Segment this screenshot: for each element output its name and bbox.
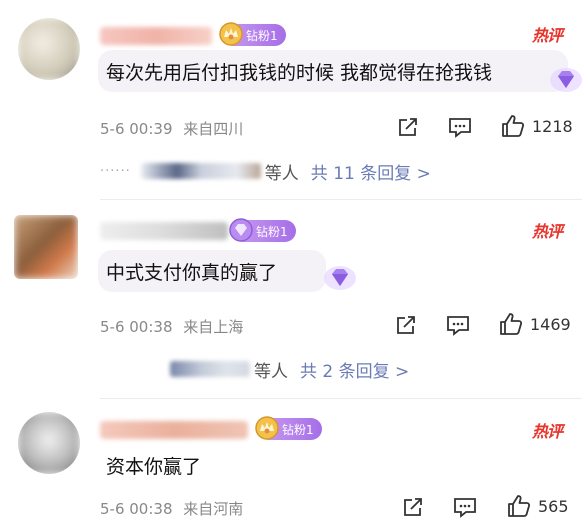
like-button[interactable]: 565 [506,493,569,519]
fan-badge: 钻粉1 [255,416,322,440]
reply-count[interactable]: 共 2 条回复 > [300,357,409,382]
reply-users-blurred [140,163,261,179]
comment-item: 钻粉1 热评 资本你赢了 5-6 00:38 来自河南 565 [0,400,582,530]
comment-icon [447,316,469,336]
comment-text: 资本你赢了 [106,455,202,478]
share-button[interactable] [397,116,419,138]
username-blurred[interactable] [100,27,212,45]
badge-label: 钻粉1 [246,28,278,43]
reply-count[interactable]: 共 11 条回复 > [311,159,431,184]
username-blurred[interactable] [100,222,228,240]
comment-date: 5-6 00:38 [100,500,173,518]
replies-link[interactable]: ······ 等人 共 11 条回复 > [100,158,431,184]
comment-icon [454,498,476,518]
reply-users-suffix: 等人 [264,163,299,184]
comment-icon [449,118,471,138]
share-button[interactable] [402,496,424,518]
comment-date: 5-6 00:39 [100,120,173,138]
comment-location: 来自上海 [183,318,244,336]
share-icon [397,316,415,334]
replies-link[interactable]: 等人 共 2 条回复 > [170,356,409,382]
reply-button[interactable] [448,116,472,138]
reply-users-suffix: 等人 [254,361,288,382]
avatar[interactable] [18,412,80,474]
reply-button[interactable] [453,496,477,518]
like-button[interactable]: 1469 [498,311,571,337]
thumbs-up-icon [508,495,531,517]
crown-badge-icon [219,22,243,46]
hot-comment-tag: 热评 [532,422,563,441]
like-button[interactable]: 1218 [500,113,573,139]
username-blurred[interactable] [100,421,248,439]
fan-badge: 钻粉1 [219,22,286,46]
crown-badge-icon [255,416,279,440]
badge-label: 钻粉1 [282,422,314,437]
diamond-gem-icon [550,68,582,92]
comment-text: 中式支付你真的赢了 [98,250,326,292]
comment-location: 来自河南 [183,500,244,518]
hot-comment-tag: 热评 [532,26,563,45]
comment-meta: 5-6 00:38 来自河南 [100,498,243,519]
avatar[interactable] [18,18,80,80]
comment-date: 5-6 00:38 [100,318,173,336]
divider [100,398,582,399]
like-count: 1218 [532,116,573,136]
like-count: 565 [538,496,569,516]
comment-text: 每次先用后付扣我钱的时候 我都觉得在抢我钱 [98,50,568,92]
thumbs-up-icon [500,313,523,335]
badge-label: 钻粉1 [256,224,288,239]
share-icon [399,118,417,136]
fan-badge: 钻粉1 [229,218,296,242]
reply-users-blurred [170,361,250,377]
comment-meta: 5-6 00:39 来自四川 [100,118,243,139]
crown-badge-icon [229,218,253,242]
share-icon [404,498,422,516]
hot-comment-tag: 热评 [532,222,563,241]
reply-button[interactable] [446,314,470,336]
comment-location: 来自四川 [183,120,244,138]
comment-meta: 5-6 00:38 来自上海 [100,316,243,337]
share-button[interactable] [395,314,417,336]
thumbs-up-icon [502,115,525,137]
comment-item: 钻粉1 热评 中式支付你真的赢了 5-6 00:38 来自上海 1469 等人 [0,200,582,400]
comment-item: 钻粉1 热评 每次先用后付扣我钱的时候 我都觉得在抢我钱 5-6 00:39 来… [0,0,582,200]
like-count: 1469 [530,314,571,334]
avatar[interactable] [14,215,78,279]
diamond-gem-icon [324,266,356,290]
